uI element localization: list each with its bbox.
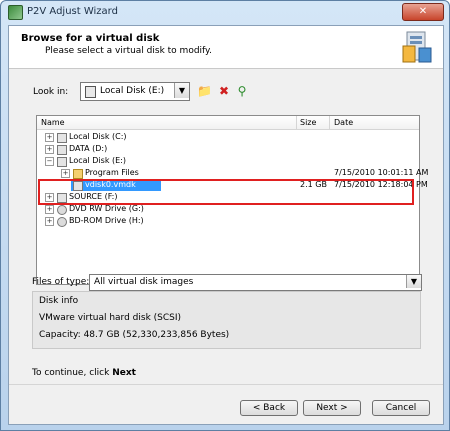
- app-icon: [8, 5, 23, 20]
- continue-hint: To continue, click Next: [32, 368, 136, 378]
- drive-icon: [85, 86, 96, 98]
- tree-expander-icon[interactable]: +: [61, 169, 70, 178]
- chevron-down-icon[interactable]: ▼: [174, 83, 189, 98]
- tree-expander-icon[interactable]: −: [45, 157, 54, 166]
- tree-row[interactable]: + BD-ROM Drive (H:): [37, 215, 419, 227]
- tree-row-date: 7/15/2010 10:01:11 AM: [334, 168, 429, 177]
- tree-row[interactable]: + Program Files 7/15/2010 10:01:11 AM: [37, 167, 428, 179]
- disk-capacity: Capacity: 48.7 GB (52,330,233,856 Bytes): [39, 330, 230, 340]
- tree-row-label: Local Disk (C:): [69, 132, 127, 141]
- look-in-select[interactable]: Local Disk (E:) ▼: [80, 82, 190, 101]
- network-drive-icon[interactable]: ⚲: [235, 84, 249, 98]
- wizard-window: P2V Adjust Wizard ✕ Browse for a virtual…: [0, 0, 450, 431]
- optical-icon: [57, 217, 67, 227]
- title-bar[interactable]: P2V Adjust Wizard ✕: [1, 1, 449, 23]
- look-in-value: Local Disk (E:): [100, 86, 165, 96]
- close-button[interactable]: ✕: [402, 3, 444, 21]
- file-type-label: Files of type:: [32, 277, 90, 287]
- drive-icon: [57, 157, 67, 167]
- wizard-graphic-icon: [402, 31, 432, 63]
- file-type-value: All virtual disk images: [94, 277, 194, 287]
- disk-info-title: Disk info: [39, 296, 79, 306]
- dialog-client: Browse for a virtual disk Please select …: [8, 25, 444, 425]
- selected-file-highlight: [38, 179, 414, 205]
- tree-row[interactable]: + DATA (D:): [37, 143, 419, 155]
- column-size-header[interactable]: Size: [300, 118, 316, 127]
- folder-icon: [73, 169, 83, 179]
- folder-add-icon[interactable]: 📁: [197, 84, 212, 98]
- next-button[interactable]: Next >: [303, 400, 361, 416]
- disk-info-panel: Disk info VMware virtual hard disk (SCSI…: [32, 291, 421, 349]
- back-button[interactable]: < Back: [240, 400, 298, 416]
- header-subtitle: Please select a virtual disk to modify.: [45, 46, 212, 56]
- window-title: P2V Adjust Wizard: [27, 6, 118, 17]
- column-name-header[interactable]: Name: [41, 118, 65, 127]
- drive-icon: [57, 133, 67, 143]
- wizard-header: Browse for a virtual disk Please select …: [9, 26, 443, 69]
- header-title: Browse for a virtual disk: [21, 33, 160, 44]
- tree-row-label: BD-ROM Drive (H:): [69, 216, 144, 225]
- tree-row-label: Program Files: [85, 168, 139, 177]
- optical-icon: [57, 205, 67, 215]
- tree-row-label: Local Disk (E:): [69, 156, 126, 165]
- chevron-down-icon[interactable]: ▼: [406, 275, 421, 288]
- file-type-select[interactable]: All virtual disk images ▼: [89, 274, 422, 291]
- delete-icon[interactable]: ✖: [217, 84, 231, 98]
- tree-row-label: DVD RW Drive (G:): [69, 204, 144, 213]
- tree-expander-icon[interactable]: +: [45, 205, 54, 214]
- tree-header: Name Size Date: [37, 116, 419, 130]
- tree-row[interactable]: + Local Disk (C:): [37, 131, 419, 143]
- column-date-header[interactable]: Date: [334, 118, 353, 127]
- disk-type: VMware virtual hard disk (SCSI): [39, 313, 182, 323]
- tree-expander-icon[interactable]: +: [45, 133, 54, 142]
- drive-icon: [57, 145, 67, 155]
- tree-expander-icon[interactable]: +: [45, 217, 54, 226]
- continue-prefix: To continue, click: [32, 368, 110, 378]
- tree-row-label: DATA (D:): [69, 144, 108, 153]
- tree-expander-icon[interactable]: +: [45, 145, 54, 154]
- tree-row[interactable]: − Local Disk (E:): [37, 155, 419, 167]
- look-in-label: Look in:: [33, 87, 69, 97]
- continue-action: Next: [112, 368, 136, 378]
- cancel-button[interactable]: Cancel: [372, 400, 430, 416]
